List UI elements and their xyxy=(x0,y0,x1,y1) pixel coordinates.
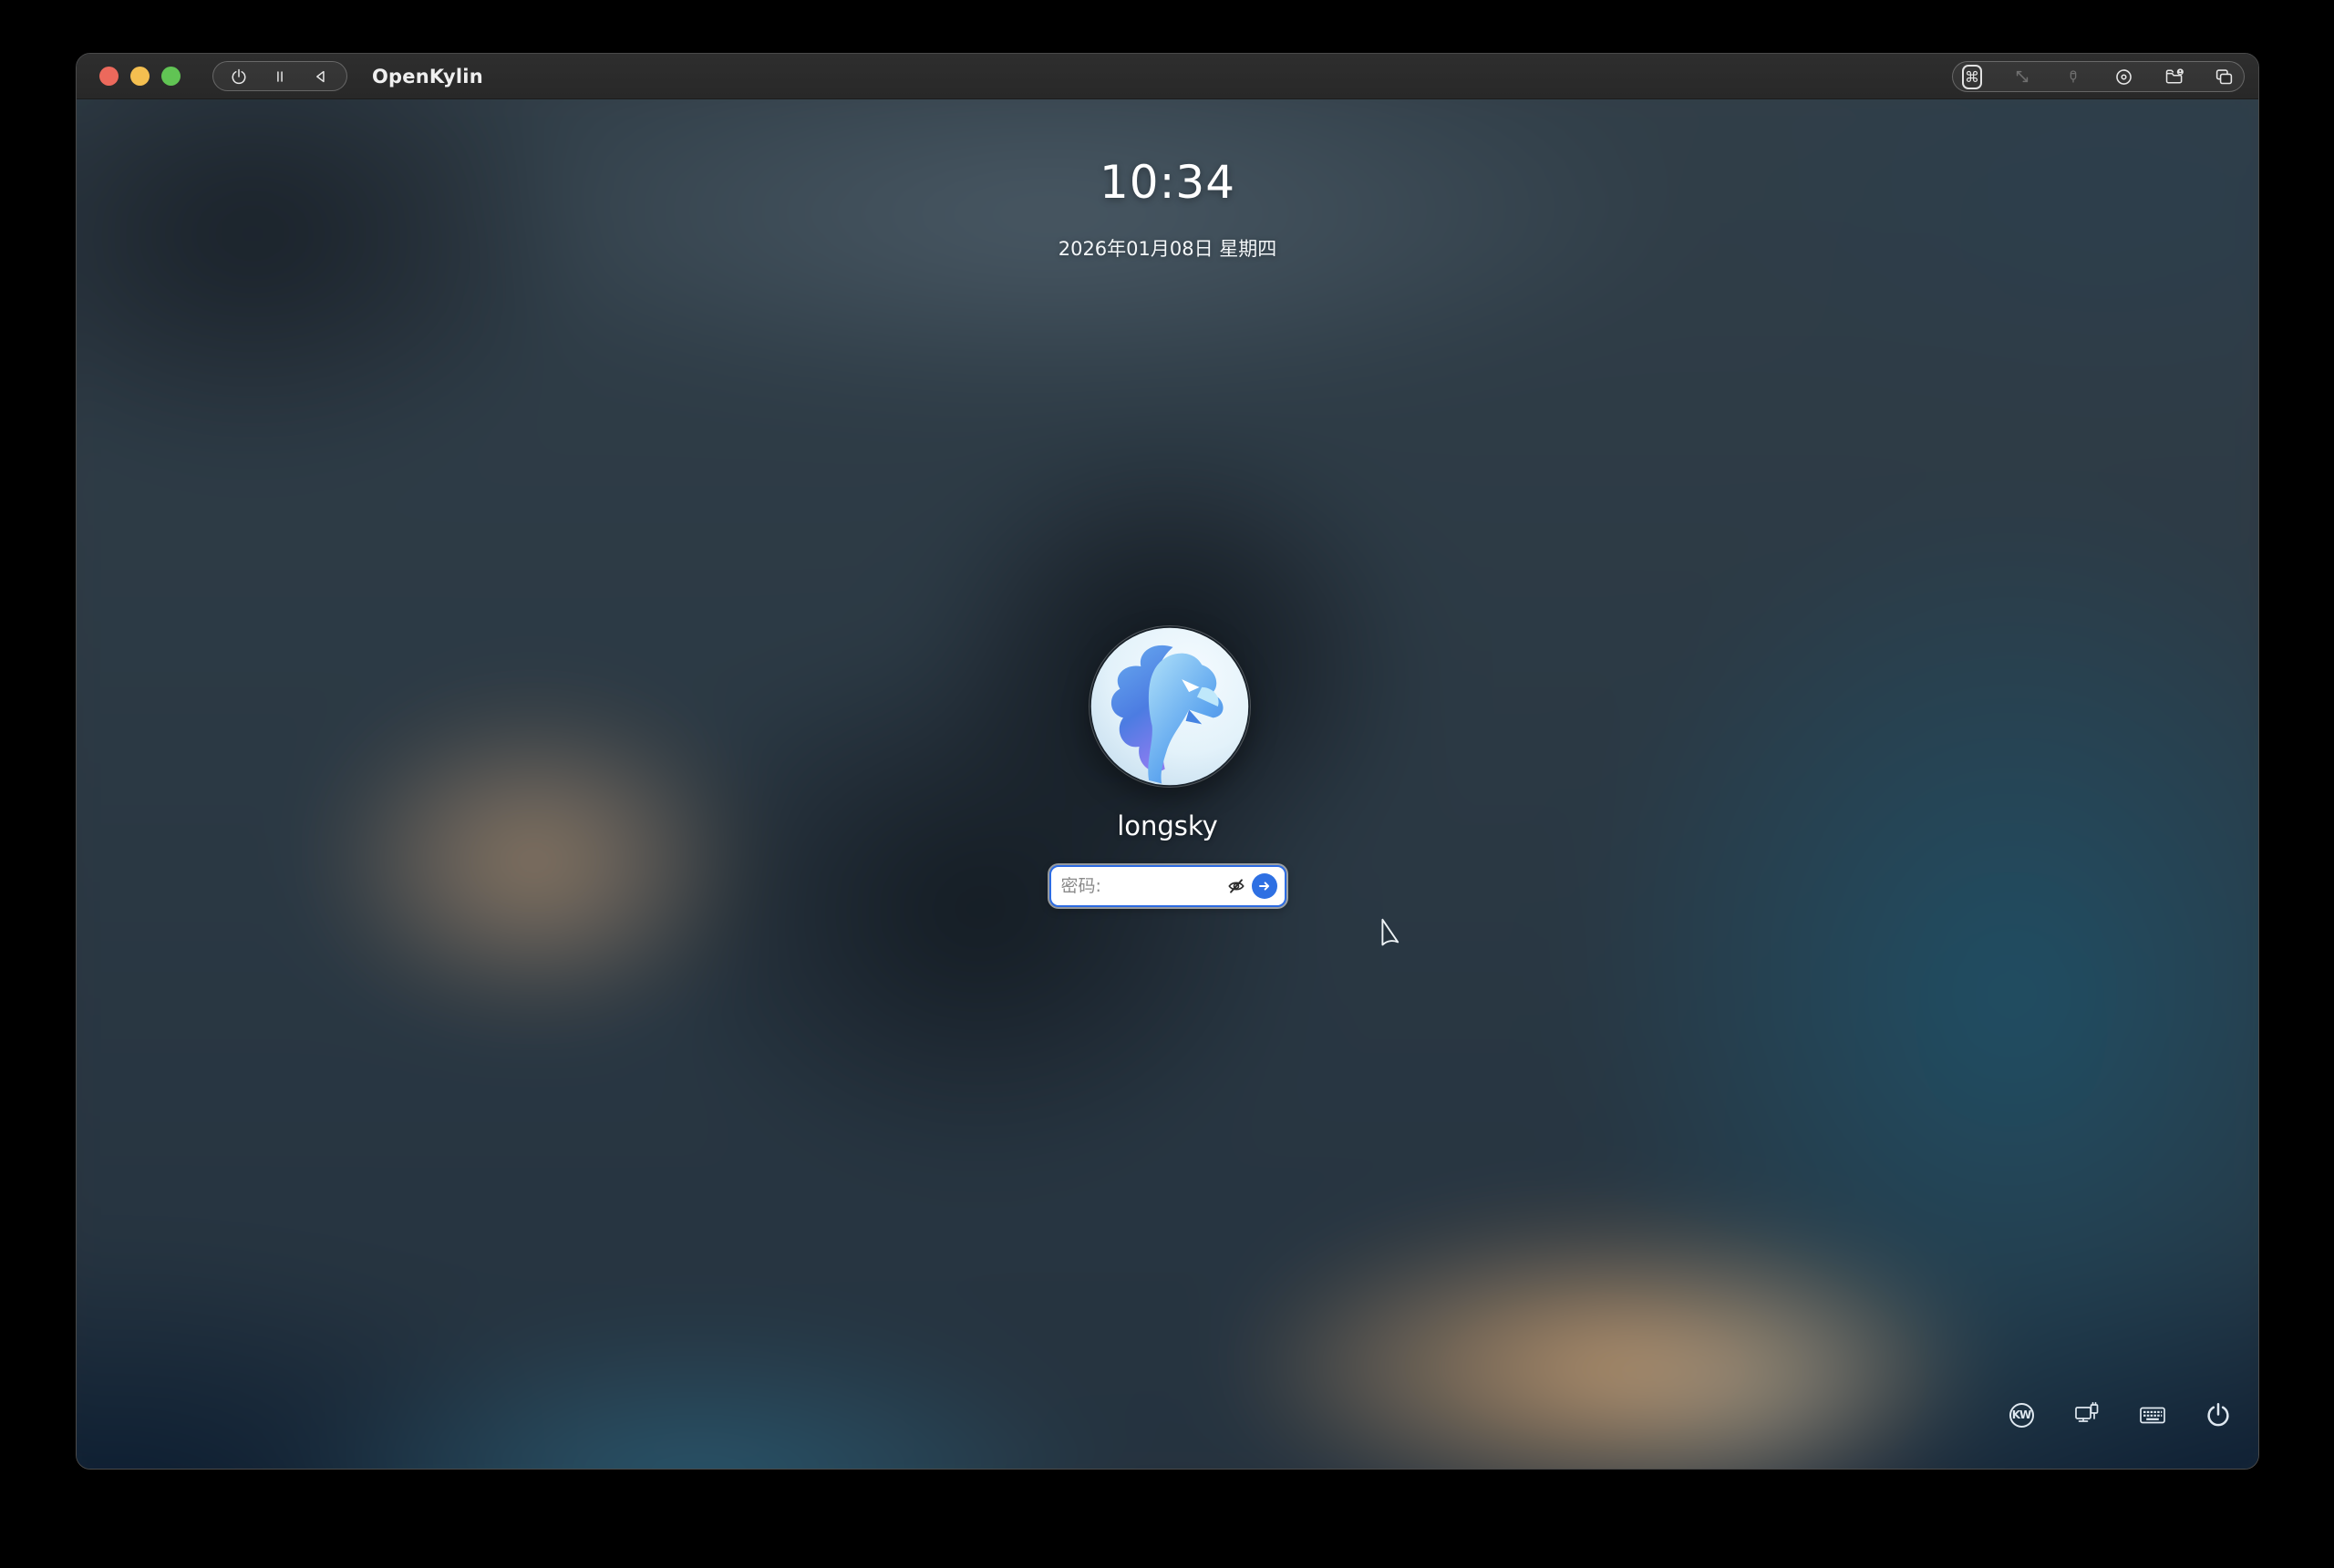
clock: 10:34 xyxy=(77,156,2258,209)
back-icon[interactable] xyxy=(311,67,331,87)
command-key-icon[interactable]: ⌘ xyxy=(1962,67,1982,87)
zoom-button[interactable] xyxy=(161,67,181,86)
show-password-icon[interactable] xyxy=(1224,874,1248,898)
resize-icon xyxy=(2012,67,2032,87)
windows-icon[interactable] xyxy=(2215,67,2235,87)
user-avatar[interactable] xyxy=(1090,626,1250,787)
status-bar: KW xyxy=(2007,1400,2233,1429)
login-screen: 10:34 2026年01月08日 星期四 xyxy=(77,99,2258,1470)
vm-control-group xyxy=(212,61,347,91)
input-method-badge: KW xyxy=(2009,1403,2034,1428)
username: longsky xyxy=(77,810,2258,841)
password-input[interactable] xyxy=(1051,876,1224,896)
disc-icon[interactable] xyxy=(2113,67,2133,87)
minimize-button[interactable] xyxy=(130,67,150,86)
traffic-lights xyxy=(99,67,181,86)
close-button[interactable] xyxy=(99,67,119,86)
power-icon[interactable] xyxy=(229,67,249,87)
input-method-button[interactable]: KW xyxy=(2007,1400,2036,1429)
kylin-dragon-logo xyxy=(1090,626,1250,787)
network-icon[interactable] xyxy=(2072,1400,2102,1429)
usb-icon xyxy=(2063,67,2083,87)
date: 2026年01月08日 星期四 xyxy=(77,234,2258,262)
vm-window: OpenKylin ⌘ xyxy=(76,53,2259,1470)
password-field[interactable] xyxy=(1049,865,1286,907)
login-button[interactable] xyxy=(1252,873,1277,899)
titlebar: OpenKylin ⌘ xyxy=(77,54,2258,99)
mouse-cursor xyxy=(1380,918,1402,951)
pause-icon[interactable] xyxy=(270,67,290,87)
vm-tools-group: ⌘ xyxy=(1952,61,2245,92)
virtual-keyboard-icon[interactable] xyxy=(2138,1400,2167,1429)
shutdown-icon[interactable] xyxy=(2204,1400,2233,1429)
shared-folder-icon[interactable] xyxy=(2164,67,2184,87)
window-title: OpenKylin xyxy=(372,66,483,88)
